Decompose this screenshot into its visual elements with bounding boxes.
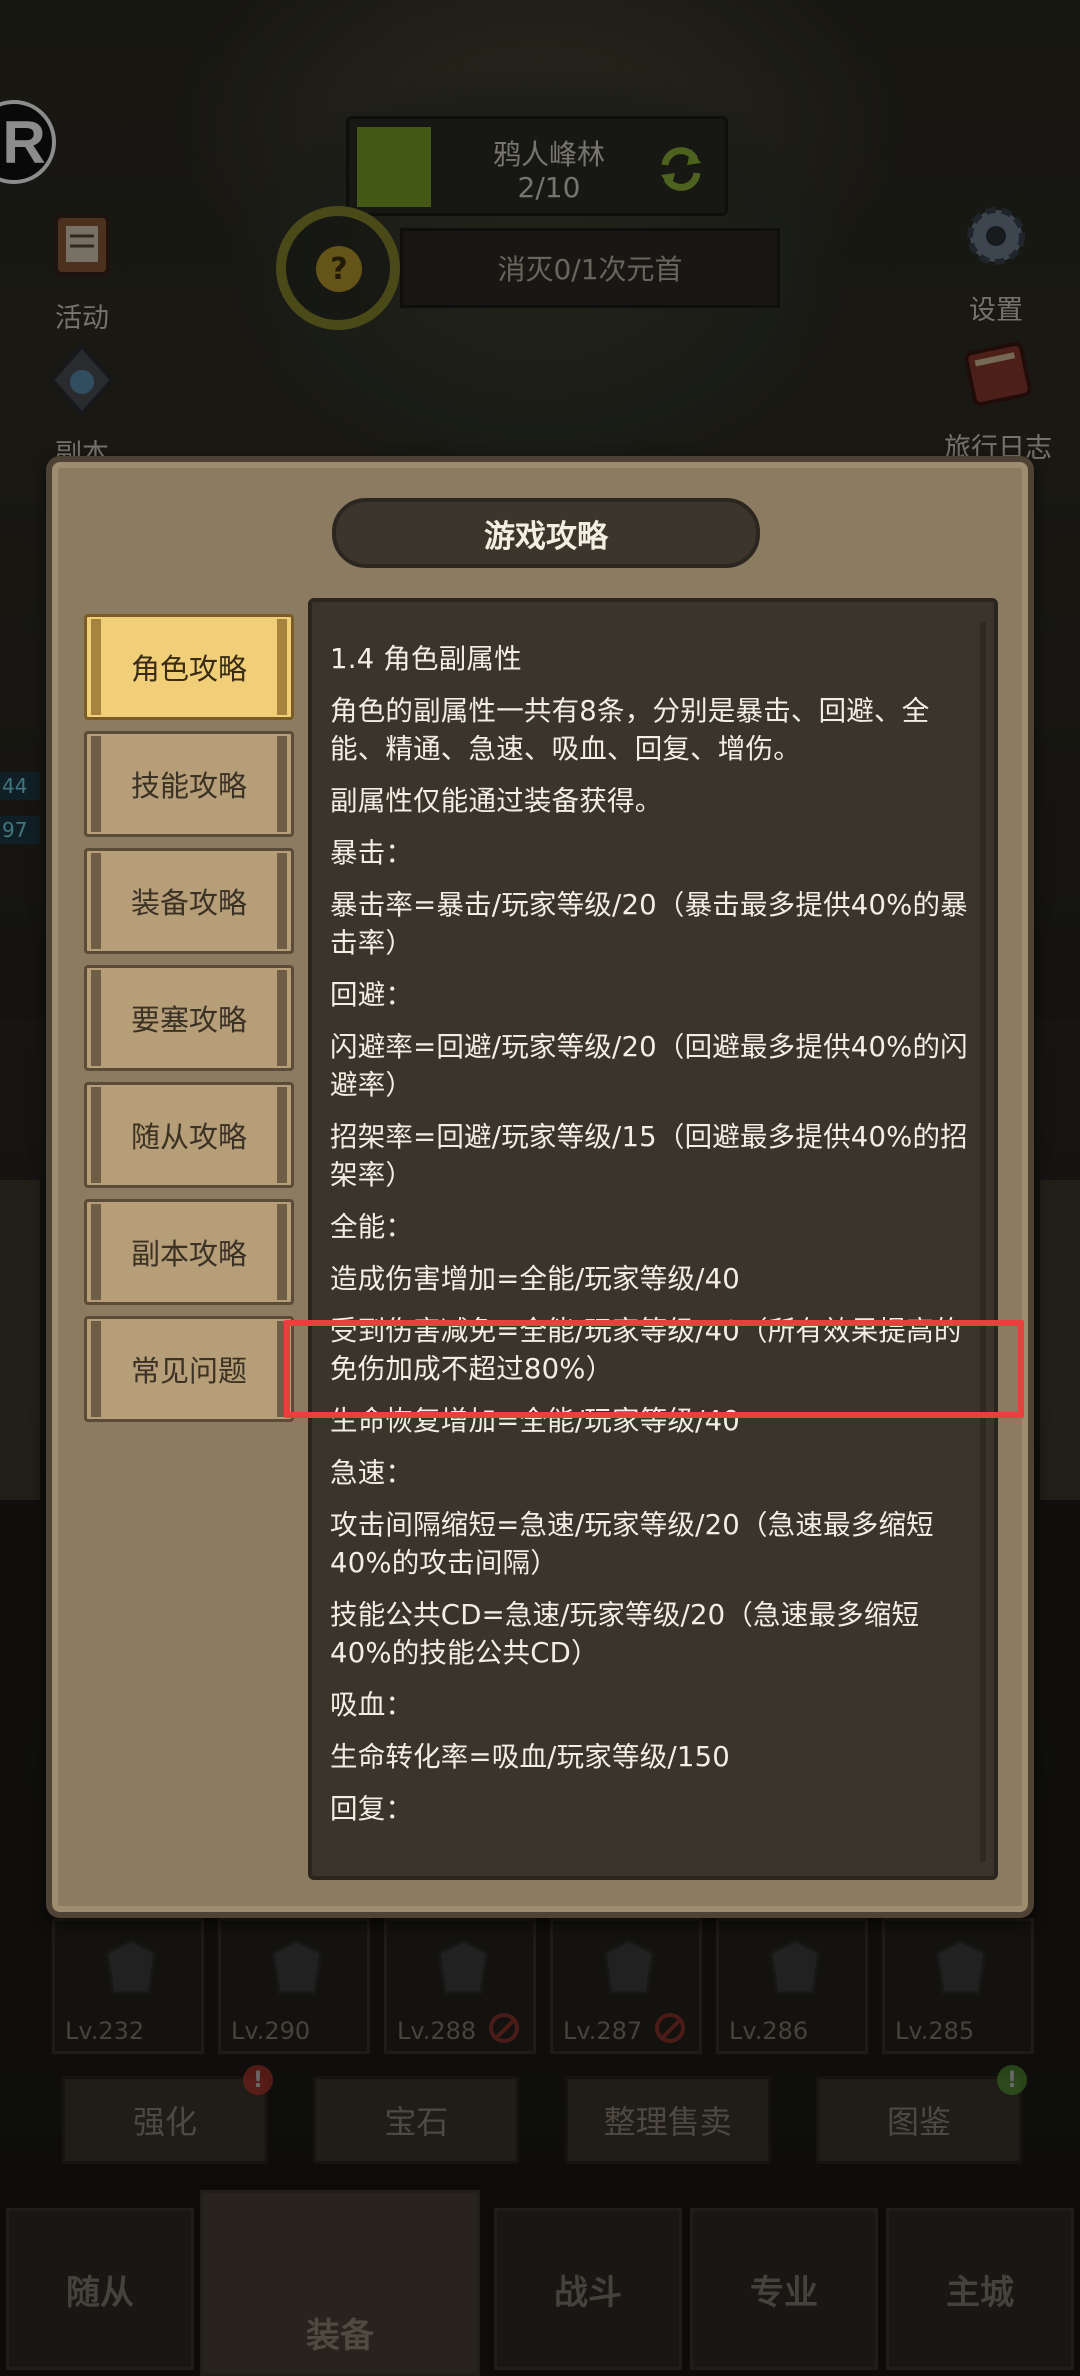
guide-content-panel[interactable]: 1.4 角色副属性角色的副属性一共有8条，分别是暴击、回避、全能、精通、急速、吸…: [308, 598, 998, 1880]
guide-line: 招架率=回避/玩家等级/15（回避最多提供40%的招架率）: [330, 1121, 968, 1191]
guide-tab-1[interactable]: 技能攻略: [84, 731, 294, 837]
guide-line: 技能公共CD=急速/玩家等级/20（急速最多缩短40%的技能公共CD）: [330, 1599, 920, 1669]
guide-tab-2[interactable]: 装备攻略: [84, 848, 294, 954]
guide-line: 受到伤害减免=全能/玩家等级/40（所有效果提高的免伤加成不超过80%）: [330, 1315, 962, 1385]
guide-modal: 游戏攻略 角色攻略技能攻略装备攻略要塞攻略随从攻略副本攻略常见问题 1.4 角色…: [46, 456, 1034, 1918]
guide-line: 造成伤害增加=全能/玩家等级/40: [330, 1263, 740, 1295]
guide-text: 1.4 角色副属性角色的副属性一共有8条，分别是暴击、回避、全能、精通、急速、吸…: [330, 640, 970, 1842]
section-heading: 1.4 角色副属性: [330, 643, 522, 675]
modal-title: 游戏攻略: [332, 498, 760, 568]
scrollbar[interactable]: [980, 622, 986, 1862]
guide-tabs: 角色攻略技能攻略装备攻略要塞攻略随从攻略副本攻略常见问题: [84, 614, 294, 1433]
guide-tab-5[interactable]: 副本攻略: [84, 1199, 294, 1305]
guide-tab-6[interactable]: 常见问题: [84, 1316, 294, 1422]
guide-line: 副属性仅能通过装备获得。: [330, 785, 663, 817]
guide-line: 暴击：: [330, 837, 414, 869]
guide-line: 回复：: [330, 1793, 414, 1825]
guide-tab-0[interactable]: 角色攻略: [84, 614, 294, 720]
guide-line: 全能：: [330, 1211, 414, 1243]
guide-line: 急速：: [330, 1457, 414, 1489]
guide-tab-4[interactable]: 随从攻略: [84, 1082, 294, 1188]
guide-line: 生命转化率=吸血/玩家等级/150: [330, 1741, 730, 1773]
guide-line: 吸血：: [330, 1689, 414, 1721]
guide-line: 回避：: [330, 979, 414, 1011]
guide-line: 攻击间隔缩短=急速/玩家等级/20（急速最多缩短40%的攻击间隔）: [330, 1509, 934, 1579]
guide-line: 角色的副属性一共有8条，分别是暴击、回避、全能、精通、急速、吸血、回复、增伤。: [330, 695, 930, 765]
guide-line: 闪避率=回避/玩家等级/20（回避最多提供40%的闪避率）: [330, 1031, 968, 1101]
guide-line: 暴击率=暴击/玩家等级/20（暴击最多提供40%的暴击率）: [330, 889, 968, 959]
guide-tab-3[interactable]: 要塞攻略: [84, 965, 294, 1071]
guide-line: 生命恢复增加=全能/玩家等级/40: [330, 1405, 740, 1437]
